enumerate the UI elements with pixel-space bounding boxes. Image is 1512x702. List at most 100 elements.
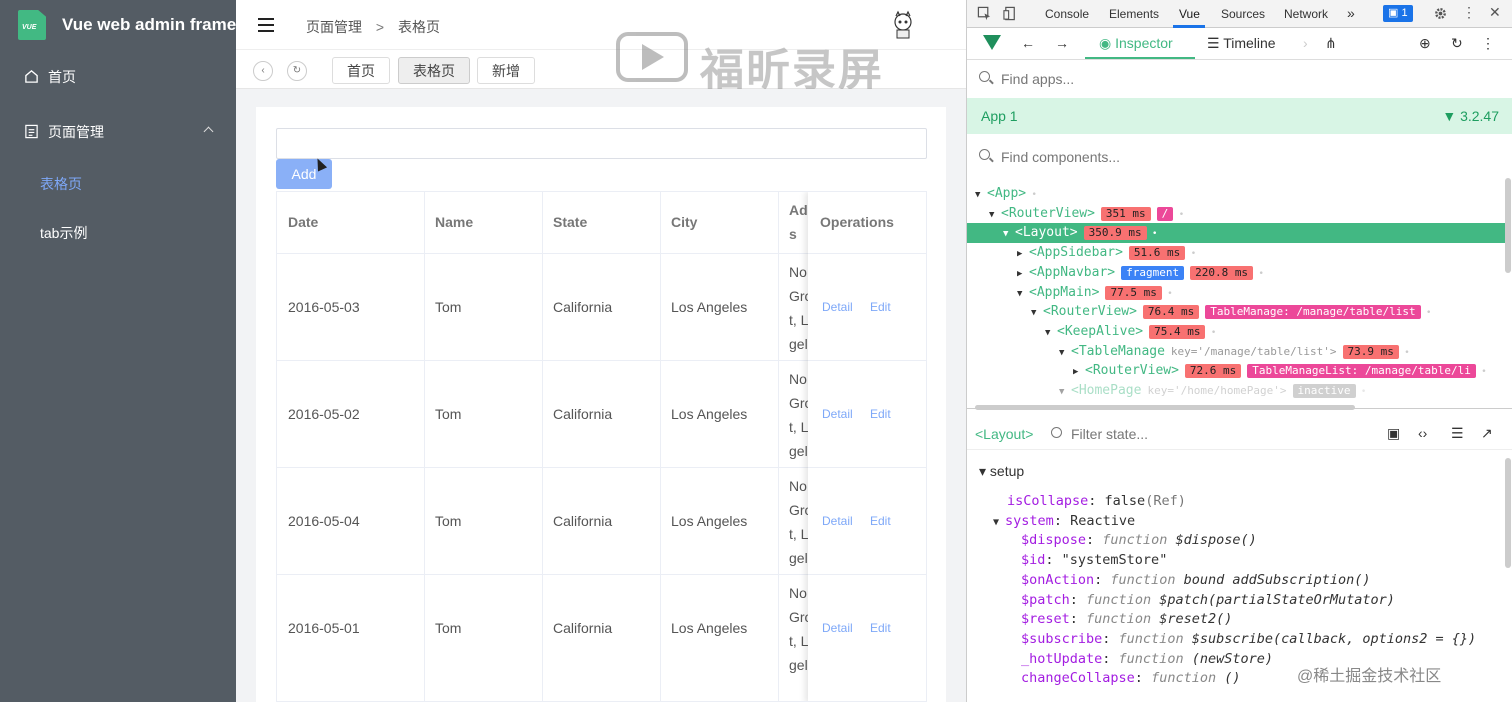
caret-down-icon[interactable]: ▼ [993,517,999,528]
scroll-left-button[interactable]: ‹ [253,61,273,81]
tree-node[interactable]: ▶ <AppSidebar> 51.6 ms • [967,243,1507,263]
filter-state-input[interactable]: Filter state... [1071,426,1148,442]
cell-date: 2016-05-02 [288,406,360,422]
state-entry: $id: "systemStore" [1021,552,1168,569]
pane-divider[interactable] [967,408,1512,409]
state-scrollbar[interactable] [1505,458,1511,568]
find-apps-input[interactable]: Find apps... [967,61,1512,97]
detail-link[interactable]: Detail [822,621,853,635]
devtools-tab-vue[interactable]: Vue [1179,7,1200,21]
detail-link[interactable]: Detail [822,300,853,314]
caret-down-icon[interactable]: ▼ [1003,224,1015,244]
list-icon[interactable]: ☰ [1451,425,1464,442]
tree-scrollbar[interactable] [1505,178,1511,273]
caret-down-icon[interactable]: ▼ [1031,303,1043,323]
edit-link[interactable]: Edit [870,407,891,421]
tree-node-key: key='/home/homePage'> [1147,384,1287,397]
timeline-tab[interactable]: ☰ Timeline [1207,35,1276,52]
tag-new[interactable]: 新增 [477,57,535,84]
edit-link[interactable]: Edit [870,621,891,635]
cell-name: Tom [435,406,462,422]
tree-node[interactable]: ▼ <HomePage key='/home/homePage'> inactive … [967,381,1507,401]
code-icon[interactable]: ‹› [1418,425,1427,441]
main-content: Add Date Name State City Add s 2016-05-0… [236,89,966,702]
devtools-tab-console[interactable]: Console [1045,7,1089,21]
edit-link[interactable]: Edit [870,300,891,314]
tree-node[interactable]: ▶ <RouterView> 72.6 ms TableManageList: /ma… [967,361,1507,381]
cell-name: Tom [435,513,462,529]
state-entry[interactable]: ▼ system: Reactive [993,511,1135,533]
caret-right-icon[interactable]: ▶ [1017,244,1029,264]
breadcrumb-item[interactable]: 页面管理 [306,19,362,35]
cell-address: No.Grot, Lgel [789,264,809,352]
tag-table[interactable]: 表格页 [398,57,470,84]
caret-down-icon[interactable]: ▼ [1059,343,1071,363]
menu-toggle-icon[interactable] [258,18,274,32]
column-header-operations: Operations [820,214,894,230]
column-header-date[interactable]: Date [288,192,318,253]
state-type: function [1086,611,1152,628]
tree-node[interactable]: ▼ <TableManage key='/manage/table/list'> 73… [967,342,1507,362]
app-selector-row[interactable]: App 1 ▼ 3.2.47 [967,98,1512,134]
screenshot-icon[interactable]: ▣ [1387,425,1400,442]
tree-node[interactable]: ▶ <AppNavbar> fragment 220.8 ms • [967,263,1507,283]
close-icon[interactable]: ✕ [1489,4,1501,21]
refresh-button[interactable]: ↻ [287,61,307,81]
sidebar-subitem-table[interactable]: 表格页 [0,159,236,209]
caret-right-icon[interactable]: ▶ [1073,362,1085,382]
refresh-icon[interactable]: ↻ [1451,35,1463,52]
caret-down-icon[interactable]: ▼ [975,185,987,205]
column-header-name[interactable]: Name [435,192,473,253]
forward-arrow-icon[interactable]: → [1055,35,1069,51]
edit-link[interactable]: Edit [870,514,891,528]
devtools-tab-network[interactable]: Network [1284,7,1328,21]
caret-down-icon[interactable]: ▼ [1017,284,1029,304]
target-icon[interactable]: ⊕ [1419,35,1431,52]
sidebar-item-page-manage[interactable]: 页面管理 [0,107,236,157]
sidebar-item-home[interactable]: 首页 [0,52,236,102]
chevron-right-icon: › [1303,35,1308,51]
devtools-tab-elements[interactable]: Elements [1109,7,1159,21]
column-header-address[interactable]: Add s [789,198,809,246]
kebab-menu-icon[interactable]: ⋮ [1481,35,1495,52]
devtools-tab-sources[interactable]: Sources [1221,7,1265,21]
tree-node-name: <TableManage [1071,343,1165,359]
caret-right-icon[interactable]: ▶ [1017,264,1029,284]
cell-state: California [553,406,613,422]
tree-node[interactable]: ▼ <RouterView> 76.4 ms TableManage: /manage… [967,302,1507,322]
kebab-menu-icon[interactable]: ⋮ [1462,4,1476,21]
sidebar-item-label: 首页 [48,69,76,85]
column-header-state[interactable]: State [553,192,587,253]
component-tree-icon[interactable]: ⋔ [1325,35,1337,52]
tree-node[interactable]: ▼ <Layout> 350.9 ms • [967,223,1507,244]
caret-down-icon[interactable]: ▼ [989,205,1001,225]
tree-node[interactable]: ▼ <AppMain> 77.5 ms • [967,283,1507,303]
issues-badge[interactable]: ▣ 1 [1383,5,1413,22]
tag-home[interactable]: 首页 [332,57,390,84]
tree-node[interactable]: ▼ <App> • [967,184,1507,204]
caret-down-icon[interactable]: ▼ [1045,323,1057,343]
more-tabs-icon[interactable]: » [1347,5,1355,21]
open-external-icon[interactable]: ↗ [1481,425,1493,442]
inspect-element-icon[interactable] [977,6,992,21]
operations-column: Operations Detail Edit Detail Edit Detai… [808,192,926,701]
search-icon [979,71,990,82]
detail-link[interactable]: Detail [822,514,853,528]
inspector-tab[interactable]: ◉ Inspector [1099,35,1173,52]
find-components-input[interactable]: Find components... [967,139,1512,175]
devtools-tabbar: Console Elements Vue Sources Network » ▣… [967,0,1512,28]
tree-node-key: key='/manage/table/list'> [1170,344,1337,358]
state-entry: $subscribe: function $subscribe(callback… [1021,630,1477,647]
back-arrow-icon[interactable]: ← [1021,35,1035,51]
device-toggle-icon[interactable] [1003,6,1018,21]
state-section-header[interactable]: ▾ setup [979,461,1024,481]
column-header-city[interactable]: City [671,192,697,253]
search-input[interactable] [276,128,927,159]
detail-link[interactable]: Detail [822,407,853,421]
tree-node[interactable]: ▼ <RouterView> 351 ms / • [967,204,1507,224]
devtools-panel: Console Elements Vue Sources Network » ▣… [966,0,1512,702]
sidebar-subitem-tab-example[interactable]: tab示例 [0,208,236,258]
caret-down-icon[interactable]: ▼ [1059,382,1071,402]
tree-node[interactable]: ▼ <KeepAlive> 75.4 ms • [967,322,1507,342]
gear-icon[interactable] [1433,6,1448,21]
